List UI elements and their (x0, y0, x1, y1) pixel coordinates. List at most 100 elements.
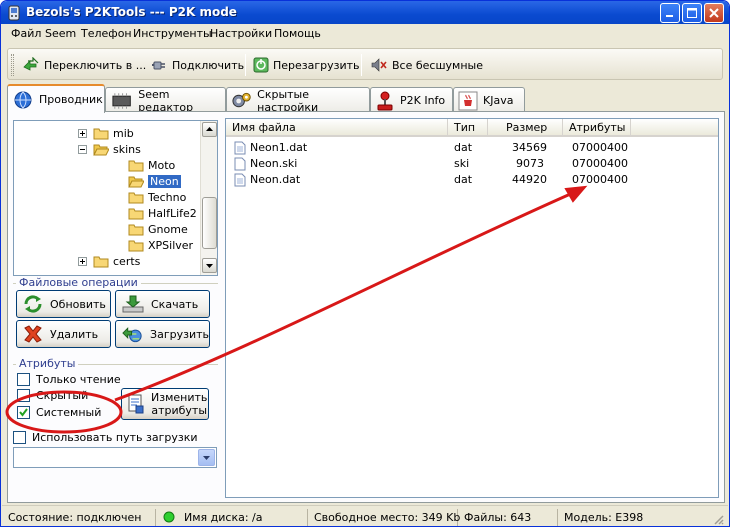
file-attributes: 07000400 (572, 141, 628, 154)
upload-button[interactable]: Загрузить (115, 320, 210, 348)
use-load-path-checkbox[interactable] (13, 431, 26, 444)
all-silent-button[interactable]: Все бесшумные (370, 55, 483, 75)
collapse-icon[interactable] (78, 144, 87, 154)
refresh-button[interactable]: Обновить (16, 290, 111, 318)
delete-label: Удалить (50, 327, 99, 341)
toolbar: Переключить в ... Подключить Перезагрузи… (7, 48, 723, 80)
change-attributes-line2: атрибуты (151, 404, 208, 417)
tree-item-certs[interactable]: certs (78, 253, 140, 269)
file-list[interactable]: Имя файла Тип Размер Атрибуты Neon1.dat … (225, 118, 719, 498)
attributes-group-title: Атрибуты (16, 357, 79, 370)
download-label: Скачать (151, 297, 199, 311)
tree-item-xpsilver[interactable]: XPSilver (128, 237, 193, 253)
folder-open-icon (93, 144, 109, 155)
restart-button[interactable]: Перезагрузить (253, 55, 360, 75)
scroll-down-button[interactable] (202, 258, 217, 273)
menu-file[interactable]: Файл (11, 27, 41, 40)
toolbar-grip[interactable] (11, 54, 14, 76)
file-icon (234, 173, 246, 187)
download-button[interactable]: Скачать (115, 290, 210, 318)
file-attributes: 07000400 (572, 157, 628, 170)
tab-seem-editor[interactable]: Seem редактор (105, 87, 226, 114)
tab-p2k-info[interactable]: P2K Info (370, 87, 453, 113)
tree-item-label: Techno (148, 190, 187, 204)
speaker-mute-icon (371, 58, 387, 72)
close-button[interactable] (704, 3, 724, 23)
column-header-type[interactable]: Тип (448, 119, 488, 136)
toolbar-separator (245, 54, 246, 76)
connect-button[interactable]: Подключить (152, 55, 244, 75)
folder-tree[interactable]: mib skins Moto Neon Techno HalfLife2 Gno… (13, 120, 218, 276)
folder-icon (128, 192, 144, 203)
switch-mode-label: Переключить в ... (44, 58, 147, 72)
menu-settings[interactable]: Настройки (210, 27, 272, 40)
status-file-count: Файлы: 643 (460, 509, 558, 526)
tree-item-gnome[interactable]: Gnome (128, 221, 188, 237)
tree-item-label: mib (113, 126, 134, 140)
column-header-attributes[interactable]: Атрибуты (563, 119, 631, 136)
tab-explorer-label: Проводник (39, 93, 103, 106)
upload-label: Загрузить (150, 327, 209, 341)
readonly-label: Только чтение (36, 373, 121, 386)
switch-mode-button[interactable]: Переключить в ... (22, 55, 166, 75)
folder-icon (93, 256, 109, 267)
tree-scrollbar[interactable] (200, 121, 217, 275)
tree-item-neon[interactable]: Neon (128, 173, 181, 189)
tab-explorer[interactable]: Проводник (7, 84, 105, 113)
file-type: dat (454, 173, 473, 186)
connect-label: Подключить (172, 58, 245, 72)
readonly-checkbox[interactable] (17, 373, 30, 386)
combo-dropdown-button[interactable] (198, 449, 215, 466)
java-icon (458, 91, 478, 110)
status-connection: Состояние: подключен (4, 509, 156, 526)
tab-hidden-settings[interactable]: Скрытые настройки (226, 87, 370, 114)
toolbar-separator (361, 54, 362, 76)
use-load-path-label: Использовать путь загрузки (32, 431, 198, 444)
minimize-button[interactable] (660, 3, 680, 23)
column-header-size[interactable]: Размер (488, 119, 563, 136)
table-row[interactable]: Neon1.dat dat 34569 07000400 (226, 140, 718, 156)
load-path-combo[interactable] (13, 447, 217, 468)
tree-item-mib[interactable]: mib (78, 125, 134, 141)
file-type: ski (454, 157, 470, 170)
tree-item-label: XPSilver (148, 238, 194, 252)
menu-phone[interactable]: Телефон (81, 27, 132, 40)
column-header-name[interactable]: Имя файла (226, 119, 448, 136)
scroll-thumb[interactable] (202, 197, 217, 249)
folder-icon (128, 160, 144, 171)
file-size: 34569 (512, 141, 547, 154)
file-attributes: 07000400 (572, 173, 628, 186)
folder-open-icon (128, 176, 144, 187)
system-checkbox[interactable] (17, 406, 30, 419)
tab-kjava[interactable]: KJava (453, 87, 525, 113)
file-icon (234, 141, 246, 155)
expand-icon[interactable] (78, 128, 87, 138)
plug-icon (152, 61, 165, 70)
resize-grip-icon[interactable] (712, 513, 724, 525)
tree-item-techno[interactable]: Techno (128, 189, 186, 205)
tree-item-skins[interactable]: skins (78, 141, 141, 157)
refresh-label: Обновить (50, 297, 106, 311)
tree-item-moto[interactable]: Moto (128, 157, 175, 173)
delete-button[interactable]: Удалить (16, 320, 111, 348)
window-title: Bezols's P2KTools --- P2K mode (26, 5, 237, 19)
tree-item-halflife2[interactable]: HalfLife2 (128, 205, 197, 221)
status-model: Модель: E398 (564, 511, 644, 524)
maximize-button[interactable] (682, 3, 702, 23)
change-attributes-button[interactable]: Изменить атрибуты (121, 388, 209, 420)
tree-item-label: Moto (148, 158, 176, 172)
expand-icon[interactable] (78, 256, 87, 266)
menu-seem[interactable]: Seem (45, 27, 76, 40)
file-name: Neon1.dat (250, 141, 308, 154)
status-led-icon (163, 511, 175, 523)
table-row[interactable]: Neon.dat dat 44920 07000400 (226, 172, 718, 188)
file-size: 44920 (512, 173, 547, 186)
title-bar[interactable]: Bezols's P2KTools --- P2K mode (1, 1, 729, 24)
menu-tools[interactable]: Инструменты (133, 27, 212, 40)
app-window: Bezols's P2KTools --- P2K mode Файл Seem… (0, 0, 730, 527)
hidden-checkbox[interactable] (17, 389, 30, 402)
table-row[interactable]: Neon.ski ski 9073 07000400 (226, 156, 718, 172)
scroll-up-button[interactable] (202, 122, 217, 137)
status-free-space: Свободное место: 349 Kb (310, 509, 460, 526)
menu-help[interactable]: Помощь (274, 27, 321, 40)
